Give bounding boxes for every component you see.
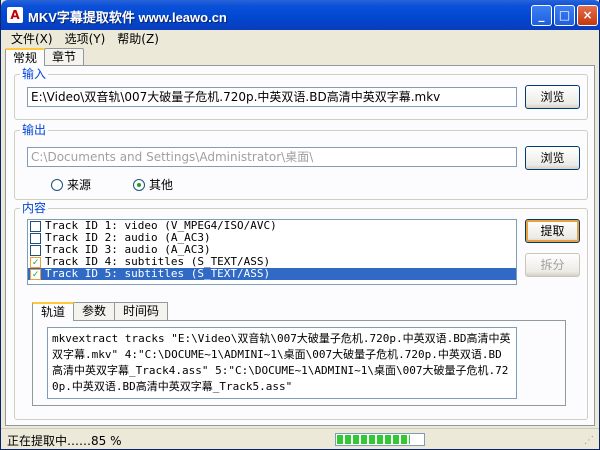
menu-file[interactable]: 文件(X) xyxy=(5,30,59,48)
track-row-selected[interactable]: ✓ Track ID 5: subtitles (S_TEXT/ASS) xyxy=(28,268,516,280)
minimize-button[interactable]: _ xyxy=(531,5,552,26)
output-group: 输出 C:\Documents and Settings\Administrat… xyxy=(14,123,588,200)
track-label: Track ID 5: subtitles (S_TEXT/ASS) xyxy=(45,267,271,280)
track-checkbox[interactable] xyxy=(30,232,41,244)
input-path-field[interactable]: E:\Video\双音轨\007大破量子危机.720p.中英双语.BD高清中英双… xyxy=(27,87,517,107)
output-path-field[interactable]: C:\Documents and Settings\Administrator\… xyxy=(27,147,517,167)
input-group-label: 输入 xyxy=(20,67,49,81)
window-title: MKV字幕提取软件 www.leawo.cn xyxy=(28,10,227,25)
track-checkbox[interactable] xyxy=(30,244,41,256)
menu-bar: 文件(X) 选项(Y) 帮助(Z) xyxy=(1,30,599,48)
track-list[interactable]: Track ID 1: video (V_MPEG4/ISO/AVC) Trac… xyxy=(27,219,517,285)
menu-help[interactable]: 帮助(Z) xyxy=(111,30,165,48)
content-group-label: 内容 xyxy=(20,201,49,215)
track-checkbox-checked[interactable]: ✓ xyxy=(30,256,41,268)
maximize-button[interactable]: □ xyxy=(554,5,575,26)
radio-source-label: 来源 xyxy=(67,178,92,192)
close-button[interactable]: × xyxy=(577,5,598,26)
track-checkbox[interactable] xyxy=(30,220,41,232)
app-window: A MKV字幕提取软件 www.leawo.cn _ □ × 文件(X) 选项(… xyxy=(0,0,600,450)
app-icon: A xyxy=(7,7,23,23)
input-browse-button[interactable]: 浏览 xyxy=(525,85,580,109)
status-text: 正在提取中……85 % xyxy=(7,434,122,448)
extract-button[interactable]: 提取 xyxy=(525,219,580,243)
main-tabs: 常规 章节 xyxy=(5,48,85,66)
detail-tabs: 轨道 参数 时间码 xyxy=(32,302,169,321)
tab-chapters[interactable]: 章节 xyxy=(44,48,85,66)
menu-options[interactable]: 选项(Y) xyxy=(59,30,112,48)
input-group: 输入 E:\Video\双音轨\007大破量子危机.720p.中英双语.BD高清… xyxy=(14,67,588,120)
command-panel: mkvextract tracks "E:\Video\双音轨\007大破量子危… xyxy=(32,320,566,406)
radio-source[interactable]: 来源 xyxy=(51,176,91,193)
radio-other[interactable]: 其他 xyxy=(133,176,173,193)
resize-grip-icon[interactable]: ⋰ xyxy=(584,435,596,447)
radio-source-circle[interactable] xyxy=(51,178,63,191)
track-checkbox-checked[interactable]: ✓ xyxy=(30,268,41,280)
progress-bar xyxy=(335,433,425,446)
general-panel: 输入 E:\Video\双音轨\007大破量子危机.720p.中英双语.BD高清… xyxy=(5,65,595,426)
tab-tracks[interactable]: 轨道 xyxy=(32,302,75,321)
progress-fill xyxy=(337,435,411,444)
radio-other-label: 其他 xyxy=(149,178,174,192)
tab-general[interactable]: 常规 xyxy=(5,48,46,66)
output-browse-button[interactable]: 浏览 xyxy=(525,146,580,170)
output-group-label: 输出 xyxy=(20,123,49,137)
status-bar: 正在提取中……85 % ⋰ xyxy=(1,428,599,449)
command-text[interactable]: mkvextract tracks "E:\Video\双音轨\007大破量子危… xyxy=(47,327,517,399)
tab-timecode[interactable]: 时间码 xyxy=(114,302,169,321)
split-button[interactable]: 拆分 xyxy=(525,253,580,277)
title-bar[interactable]: A MKV字幕提取软件 www.leawo.cn _ □ × xyxy=(1,0,600,30)
radio-other-circle[interactable] xyxy=(133,178,145,191)
tab-params[interactable]: 参数 xyxy=(73,302,116,321)
